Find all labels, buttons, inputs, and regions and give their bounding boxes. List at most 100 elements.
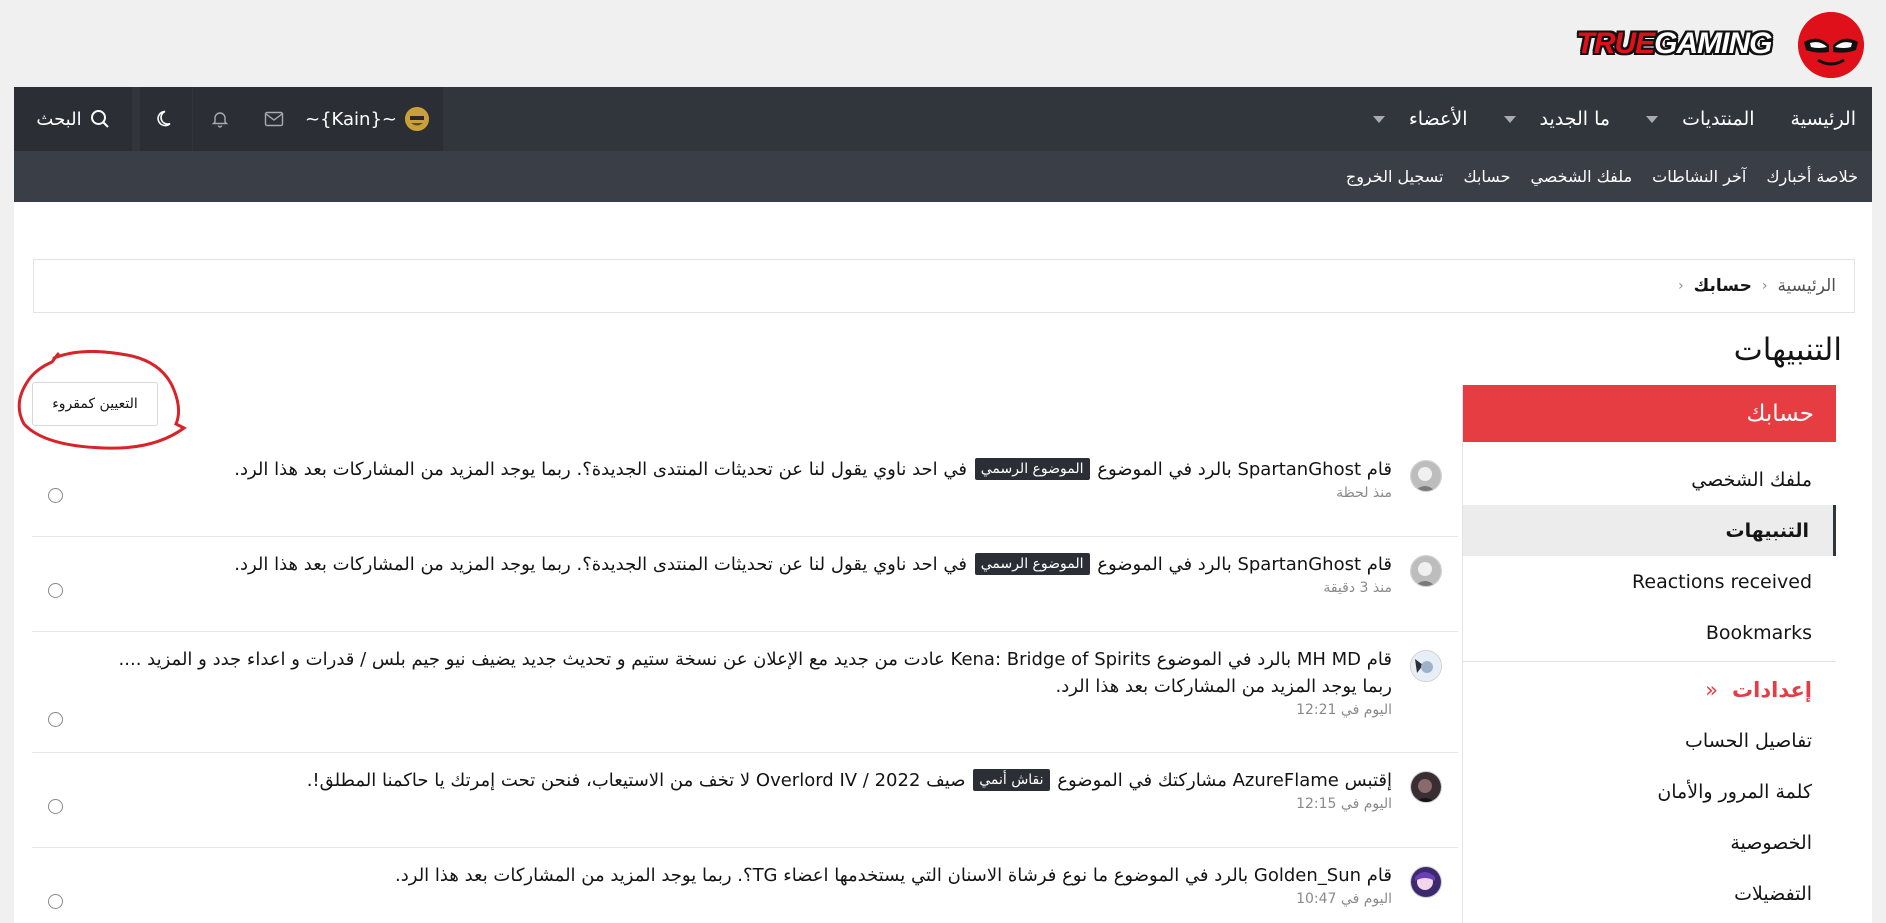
alert-user-link[interactable]: AzureFlame <box>1233 770 1339 791</box>
chevron-left-icon: ‹ <box>1678 278 1684 294</box>
sidebar-divider <box>1463 661 1836 662</box>
main-content: الرئيسية ‹ حسابك ‹ التنبيهات حسابك ملفك … <box>14 202 1872 923</box>
alert-prefix: قام <box>1361 649 1392 670</box>
alert-user-link[interactable]: MH MD <box>1297 649 1361 670</box>
sidebar-item-privacy[interactable]: الخصوصية <box>1463 817 1836 868</box>
sidebar-item-preferences[interactable]: التفضيلات <box>1463 868 1836 919</box>
avatar[interactable] <box>1410 555 1442 587</box>
avatar[interactable] <box>1410 460 1442 492</box>
alert-text: قام Golden_Sun بالرد في الموضوع ما نوع ف… <box>92 862 1392 889</box>
alert-timestamp: منذ لحظة <box>1336 485 1392 501</box>
logo-text-prefix: TRUE <box>1576 27 1656 60</box>
avatar[interactable] <box>1410 771 1442 803</box>
sidebar-item-profile[interactable]: ملفك الشخصي <box>1463 454 1836 505</box>
subnav-your-profile[interactable]: ملفك الشخصي <box>1530 167 1632 186</box>
sidebar-item-account-details[interactable]: تفاصيل الحساب <box>1463 715 1836 766</box>
thread-prefix-badge: الموضوع الرسمي <box>974 553 1090 575</box>
sidebar-item-label: تفاصيل الحساب <box>1685 729 1812 752</box>
subnav-log-out[interactable]: تسجيل الخروج <box>1346 167 1444 186</box>
mark-read-toggle[interactable] <box>48 712 63 727</box>
nav-item-label: ما الجديد <box>1539 108 1611 130</box>
alert-prefix: قام <box>1361 554 1392 575</box>
nav-item-label: المنتديات <box>1682 108 1755 130</box>
sidebar-item-password-security[interactable]: كلمة المرور والأمان <box>1463 766 1836 817</box>
sidebar-settings-header[interactable]: إعدادات « <box>1463 665 1836 715</box>
alert-action: بالرد في الموضوع <box>1091 459 1238 480</box>
mail-icon <box>264 111 284 127</box>
sidebar-item-bookmarks[interactable]: Bookmarks <box>1463 607 1836 658</box>
subnav-news-feed[interactable]: خلاصة أخبارك <box>1766 167 1858 186</box>
avatar[interactable] <box>1410 650 1442 682</box>
sidebar-item-label: Bookmarks <box>1705 621 1812 644</box>
nav-item-whats-new[interactable]: ما الجديد <box>1486 87 1629 151</box>
theme-toggle-button[interactable] <box>140 87 192 151</box>
sidebar-item-label: التفضيلات <box>1734 882 1812 905</box>
nav-item-members[interactable]: الأعضاء <box>1355 87 1486 151</box>
alert-action: بالرد في الموضوع <box>1150 649 1297 670</box>
nav-item-forums[interactable]: المنتديات <box>1628 87 1772 151</box>
nav-item-home[interactable]: الرئيسية <box>1773 87 1872 151</box>
account-sidebar: حسابك ملفك الشخصي التنبيهات Reactions re… <box>1462 385 1836 923</box>
alert-item: قام MH MD بالرد في الموضوع Kena: Bridge … <box>32 632 1458 753</box>
subnav-latest-activity[interactable]: آخر النشاطات <box>1652 167 1746 186</box>
alerts-list: قام SpartanGhost بالرد في الموضوع الموضو… <box>32 442 1458 923</box>
page-title: التنبيهات <box>1733 332 1842 368</box>
alert-thread-link[interactable]: Kena: Bridge of Spirits عادت من جديد مع … <box>119 649 1151 670</box>
breadcrumb-home[interactable]: الرئيسية <box>1777 276 1836 296</box>
alert-action: بالرد في الموضوع <box>1107 865 1254 886</box>
subnav-your-account[interactable]: حسابك <box>1463 167 1510 186</box>
search-icon <box>90 110 109 128</box>
nav-tools: البحث ~{Kain}~ <box>14 87 443 151</box>
mark-read-toggle[interactable] <box>48 799 63 814</box>
alert-timestamp: اليوم في 10:47 <box>1296 891 1392 907</box>
search-block: البحث <box>14 87 132 151</box>
nav-item-label: الرئيسية <box>1790 108 1856 130</box>
chevron-left-icon: ‹ <box>1761 278 1768 294</box>
alert-suffix: ربما يوجد المزيد من المشاركات بعد هذا ال… <box>1055 676 1392 697</box>
alert-item: إقتبس AzureFlame مشاركتك في الموضوع نقاش… <box>32 753 1458 848</box>
alert-thread-link[interactable]: صيف 2022 / Overlord IV لا تخف من الاستيع… <box>312 770 971 791</box>
site-header: TRUE GAMING <box>0 0 1886 87</box>
caret-down-icon[interactable] <box>1646 115 1659 123</box>
alert-timestamp: اليوم في 12:15 <box>1296 796 1392 812</box>
alert-user-link[interactable]: SpartanGhost <box>1237 459 1361 480</box>
alert-item: قام Golden_Sun بالرد في الموضوع ما نوع ف… <box>32 848 1458 923</box>
thread-prefix-badge: الموضوع الرسمي <box>974 458 1090 480</box>
alert-text: قام SpartanGhost بالرد في الموضوع الموضو… <box>92 456 1392 483</box>
logo-wordmark[interactable]: TRUE GAMING <box>1566 24 1782 64</box>
breadcrumb-current[interactable]: حسابك <box>1694 276 1752 296</box>
caret-down-icon[interactable] <box>1372 115 1385 123</box>
search-button[interactable]: البحث <box>14 87 132 151</box>
alert-prefix: قام <box>1361 865 1392 886</box>
moon-icon <box>157 110 171 127</box>
alert-thread-link[interactable]: في احد ناوي يقول لنا عن تحديثات المنتدى … <box>582 459 973 480</box>
nav-items: الرئيسية المنتديات ما الجديد الأعضاء <box>1355 87 1872 151</box>
logo-mascot-icon[interactable] <box>1798 12 1864 78</box>
sidebar-item-reactions[interactable]: Reactions received <box>1463 556 1836 607</box>
inbox-button[interactable] <box>247 87 301 151</box>
mark-read-toggle[interactable] <box>48 488 63 503</box>
mark-read-button[interactable]: التعيين كمقروء <box>32 382 158 426</box>
avatar[interactable] <box>1410 866 1442 898</box>
alert-user-link[interactable]: Golden_Sun <box>1254 865 1361 886</box>
account-button[interactable]: ~{Kain}~ <box>301 87 443 151</box>
alert-item: قام SpartanGhost بالرد في الموضوع الموضو… <box>32 537 1458 632</box>
alert-thread-link[interactable]: في احد ناوي يقول لنا عن تحديثات المنتدى … <box>582 554 973 575</box>
double-chevron-icon: « <box>1705 678 1719 702</box>
sidebar-settings-label: إعدادات <box>1732 678 1812 702</box>
mark-read-toggle[interactable] <box>48 583 63 598</box>
alert-suffix: . ربما يوجد المزيد من المشاركات بعد هذا … <box>234 554 583 575</box>
user-avatar <box>405 107 429 131</box>
mark-read-toggle[interactable] <box>48 894 63 909</box>
alerts-button[interactable] <box>193 87 247 151</box>
sidebar-item-alerts[interactable]: التنبيهات <box>1463 505 1836 556</box>
tools-gap <box>132 87 140 151</box>
caret-down-icon[interactable] <box>1503 115 1516 123</box>
alert-user-link[interactable]: SpartanGhost <box>1237 554 1361 575</box>
sidebar-item-label: ملفك الشخصي <box>1691 468 1812 491</box>
alert-thread-link[interactable]: ما نوع فرشاة الاسنان التي يستخدمها اعضاء… <box>743 865 1108 886</box>
alert-action: مشاركتك في الموضوع <box>1051 770 1233 791</box>
alert-timestamp: منذ 3 دقيقة <box>1323 580 1392 596</box>
nav-item-label: الأعضاء <box>1408 108 1468 130</box>
